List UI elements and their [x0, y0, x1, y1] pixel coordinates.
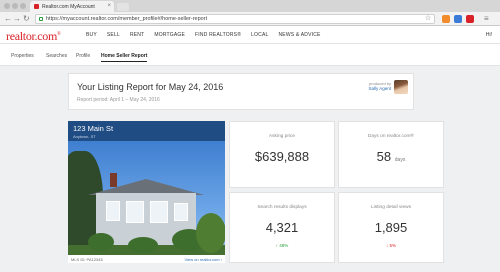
report-period: Report period: April 1 – May 24, 2016 [77, 97, 160, 103]
user-greeting[interactable]: Hi! [486, 32, 492, 38]
realtor-logo[interactable]: realtor.com® [6, 29, 61, 44]
listing-footer: MLS ID: PA12345 View on realtor.com › [68, 255, 225, 263]
listing-views-change: ↓ 5% [385, 243, 396, 248]
maximize-window-icon[interactable] [20, 3, 26, 9]
tab-home-seller-report[interactable]: Home Seller Report [101, 53, 148, 62]
mls-id: MLS ID: PA12345 [71, 257, 103, 262]
main-nav: BUY SELL RENT MORTGAGE FIND REALTORS® LO… [86, 32, 321, 38]
lock-icon [39, 17, 43, 21]
url-text: https://myaccount.realtor.com/member_pro… [46, 16, 208, 22]
report-header-card: Your Listing Report for May 24, 2016 Rep… [68, 73, 414, 110]
search-results-value: 4,321 [265, 220, 299, 235]
listing-views-value: 1,895 [374, 220, 408, 235]
extension-icon[interactable] [466, 15, 474, 23]
listing-photo-card: 123 Main St Anytown, ST MLS ID: PA12345 … [68, 121, 225, 263]
listing-city: Anytown, ST [73, 134, 96, 139]
address-bar[interactable]: https://myaccount.realtor.com/member_pro… [35, 14, 435, 24]
back-icon[interactable]: ← [4, 14, 12, 24]
browser-toolbar: ← → ↻ https://myaccount.realtor.com/memb… [0, 12, 500, 26]
asking-price-card: Asking price $639,888 [229, 121, 335, 188]
extension-icon[interactable] [454, 15, 462, 23]
search-results-label: Search results displays [257, 205, 307, 210]
browser-tab-bar: Realtor.com MyAccount × [0, 0, 500, 12]
view-on-realtor-link[interactable]: View on realtor.com › [185, 257, 223, 262]
tab-properties[interactable]: Properties [11, 53, 34, 59]
nav-rent[interactable]: RENT [130, 32, 144, 38]
agent-name[interactable]: Sally Agent [368, 86, 391, 91]
days-on-site-value: 58 days [376, 149, 406, 164]
nav-buy[interactable]: BUY [86, 32, 97, 38]
days-on-site-card: Days on realtor.com® 58 days [338, 121, 444, 188]
listing-views-card: Listing detail views 1,895 ↓ 5% [338, 192, 444, 263]
site-header: realtor.com® BUY SELL RENT MORTGAGE FIND… [0, 26, 500, 44]
tab-profile[interactable]: Profile [76, 53, 90, 59]
search-results-change: ↑ 48% [275, 243, 289, 248]
report-title: Your Listing Report for May 24, 2016 [77, 82, 224, 92]
nav-find-realtors[interactable]: FIND REALTORS® [195, 32, 241, 38]
asking-price-label: Asking price [268, 134, 296, 139]
listing-address: 123 Main St [73, 124, 114, 133]
realtor-favicon-icon [34, 4, 39, 9]
asking-price-value: $639,888 [254, 149, 310, 164]
nav-news-advice[interactable]: NEWS & ADVICE [278, 32, 320, 38]
tab-title: Realtor.com MyAccount [42, 4, 95, 10]
listing-address-bar: 123 Main St Anytown, ST [68, 121, 225, 141]
tab-searches[interactable]: Searches [46, 53, 67, 59]
account-subnav: Properties Searches Profile Home Seller … [0, 44, 500, 66]
minimize-window-icon[interactable] [12, 3, 18, 9]
listing-views-label: Listing detail views [371, 205, 411, 210]
forward-icon[interactable]: → [13, 14, 21, 24]
days-on-site-label: Days on realtor.com® [367, 134, 415, 139]
extension-icon[interactable] [442, 15, 450, 23]
menu-icon[interactable]: ≡ [484, 14, 489, 24]
nav-local[interactable]: LOCAL [251, 32, 268, 38]
reload-icon[interactable]: ↻ [23, 14, 30, 24]
close-window-icon[interactable] [4, 3, 10, 9]
tab-close-icon[interactable]: × [107, 3, 111, 9]
new-tab-button[interactable] [117, 3, 129, 11]
produced-by: produced by Sally Agent [368, 81, 391, 91]
nav-mortgage[interactable]: MORTGAGE [154, 32, 185, 38]
search-results-card: Search results displays 4,321 ↑ 48% [229, 192, 335, 263]
browser-tab[interactable]: Realtor.com MyAccount × [30, 1, 114, 12]
nav-sell[interactable]: SELL [107, 32, 120, 38]
agent-avatar [394, 80, 408, 94]
bookmark-star-icon[interactable]: ☆ [425, 14, 431, 24]
